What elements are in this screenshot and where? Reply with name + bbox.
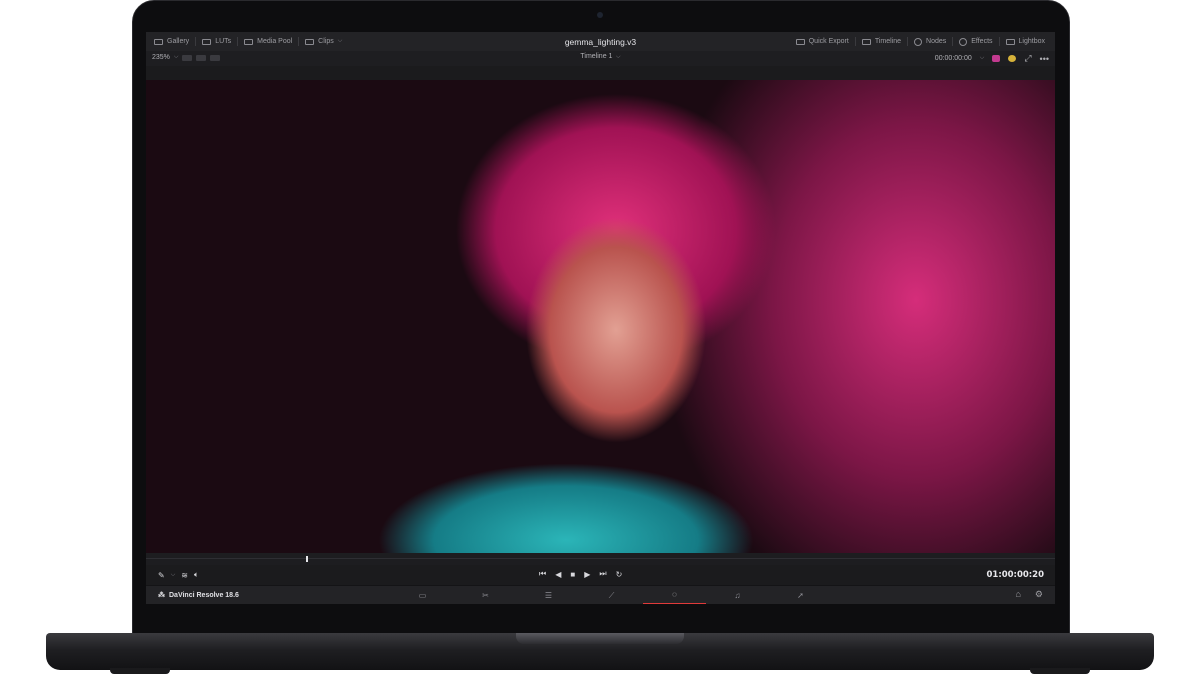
tab-cut[interactable]: ✂ xyxy=(454,586,517,604)
nodes-button[interactable]: Nodes xyxy=(908,37,954,46)
tab-edit[interactable]: ☰ xyxy=(517,586,580,604)
fairlight-page-icon: ♫ xyxy=(734,591,741,600)
chevron-down-icon[interactable]: ⌵ xyxy=(171,572,176,579)
app-name: DaVinci Resolve 18.6 xyxy=(169,591,239,599)
tab-color[interactable]: ◌ xyxy=(643,586,706,604)
media-pool-button[interactable]: Media Pool xyxy=(238,37,300,46)
resolve-window: Gallery LUTs Media Pool Clips ⌵ gemma_li… xyxy=(146,32,1055,604)
media-pool-icon xyxy=(244,38,254,45)
playhead[interactable] xyxy=(306,556,308,562)
volume-icon[interactable]: 🔈︎ xyxy=(194,570,199,580)
tab-media[interactable]: ▭ xyxy=(391,586,454,604)
camera-icon xyxy=(597,12,603,18)
play-icon[interactable]: ▶ xyxy=(584,570,590,579)
transport-bar: ✎ ⌵ ≋ 🔈︎ ⏮︎ ◀ ■ ▶ ⏭︎ ↻ 01:00:00:20 xyxy=(146,565,1055,585)
lightbox-button[interactable]: Lightbox xyxy=(1000,37,1051,46)
timeline-label: Timeline xyxy=(874,38,902,45)
home-icon[interactable]: ⌂ xyxy=(1015,589,1020,600)
effects-label: Effects xyxy=(971,38,993,45)
timeline-icon xyxy=(861,38,871,45)
nodes-label: Nodes xyxy=(926,38,947,45)
laptop-foot xyxy=(110,668,170,674)
media-page-icon: ▭ xyxy=(418,591,427,600)
skip-back-icon[interactable]: ⏮︎ xyxy=(539,569,546,579)
cut-page-icon: ✂ xyxy=(482,591,489,600)
chevron-down-icon: ⌵ xyxy=(337,38,343,44)
screen-bezel xyxy=(146,604,1055,636)
timeline-button[interactable]: Timeline xyxy=(856,37,909,46)
clips-icon xyxy=(305,38,315,45)
gallery-icon xyxy=(154,38,163,45)
gear-icon[interactable]: ⚙ xyxy=(1035,589,1043,600)
gallery-label: Gallery xyxy=(167,38,190,45)
lid-notch xyxy=(516,633,684,644)
clips-label: Clips xyxy=(318,38,334,45)
lightbox-label: Lightbox xyxy=(1018,38,1045,45)
laptop-foot xyxy=(1030,668,1090,674)
lightbox-icon xyxy=(1005,38,1015,45)
deliver-page-icon: ➚ xyxy=(797,591,804,600)
edit-page-icon: ☰ xyxy=(544,591,553,600)
viewer-image[interactable] xyxy=(146,80,1055,553)
gallery-button[interactable]: Gallery xyxy=(148,37,197,46)
play-reverse-icon[interactable]: ◀ xyxy=(555,570,561,579)
viewer-header: 235% ⌵ Timeline 1 ⌵ 00:00:00:00 ⌵ ⤢ ••• xyxy=(146,51,1055,66)
top-toolbar: Gallery LUTs Media Pool Clips ⌵ gemma_li… xyxy=(146,32,1055,52)
chevron-down-icon[interactable]: ⌵ xyxy=(614,54,621,60)
loop-icon[interactable]: ↻ xyxy=(616,570,623,579)
playback-timecode: 01:00:00:20 xyxy=(986,570,1044,580)
viewer-scrubber[interactable] xyxy=(146,553,1055,565)
timeline-selector[interactable]: Timeline 1 xyxy=(580,53,612,60)
quick-export-button[interactable]: Quick Export xyxy=(790,37,856,46)
fusion-page-icon: ⟋ xyxy=(608,590,615,600)
more-options-icon[interactable]: ••• xyxy=(1040,54,1049,64)
luts-icon xyxy=(202,38,212,45)
luts-button[interactable]: LUTs xyxy=(196,37,239,46)
color-page-icon: ◌ xyxy=(672,590,677,599)
stack-icon[interactable]: ≋ xyxy=(181,571,188,580)
chevron-down-icon[interactable]: ⌵ xyxy=(980,55,985,62)
effects-button[interactable]: Effects xyxy=(953,37,1000,46)
media-pool-label: Media Pool xyxy=(257,38,293,45)
export-icon xyxy=(795,38,805,45)
skip-forward-icon[interactable]: ⏭︎ xyxy=(599,569,606,579)
display-icon[interactable] xyxy=(992,55,1001,62)
page-bar: ⁂ DaVinci Resolve 18.6 ▭ ✂ ☰ ⟋ ◌ ♫ ➚ ⌂ ⚙ xyxy=(146,585,1055,604)
tab-fairlight[interactable]: ♫ xyxy=(706,586,769,604)
tab-deliver[interactable]: ➚ xyxy=(769,586,832,604)
color-icon[interactable] xyxy=(1008,55,1017,62)
pen-tool-icon[interactable]: ✎ xyxy=(158,571,165,580)
fullscreen-icon[interactable]: ⤢ xyxy=(1024,53,1031,64)
tab-fusion[interactable]: ⟋ xyxy=(580,586,643,604)
clips-button[interactable]: Clips ⌵ xyxy=(299,37,348,46)
quick-export-label: Quick Export xyxy=(808,38,849,45)
viewer-timecode: 00:00:00:00 xyxy=(934,55,972,62)
luts-label: LUTs xyxy=(215,38,232,45)
nodes-icon xyxy=(914,37,923,46)
scrubber-track xyxy=(146,558,1055,559)
stop-icon[interactable]: ■ xyxy=(570,570,575,579)
resolve-logo-icon: ⁂ xyxy=(158,592,165,599)
effects-icon xyxy=(959,37,968,46)
